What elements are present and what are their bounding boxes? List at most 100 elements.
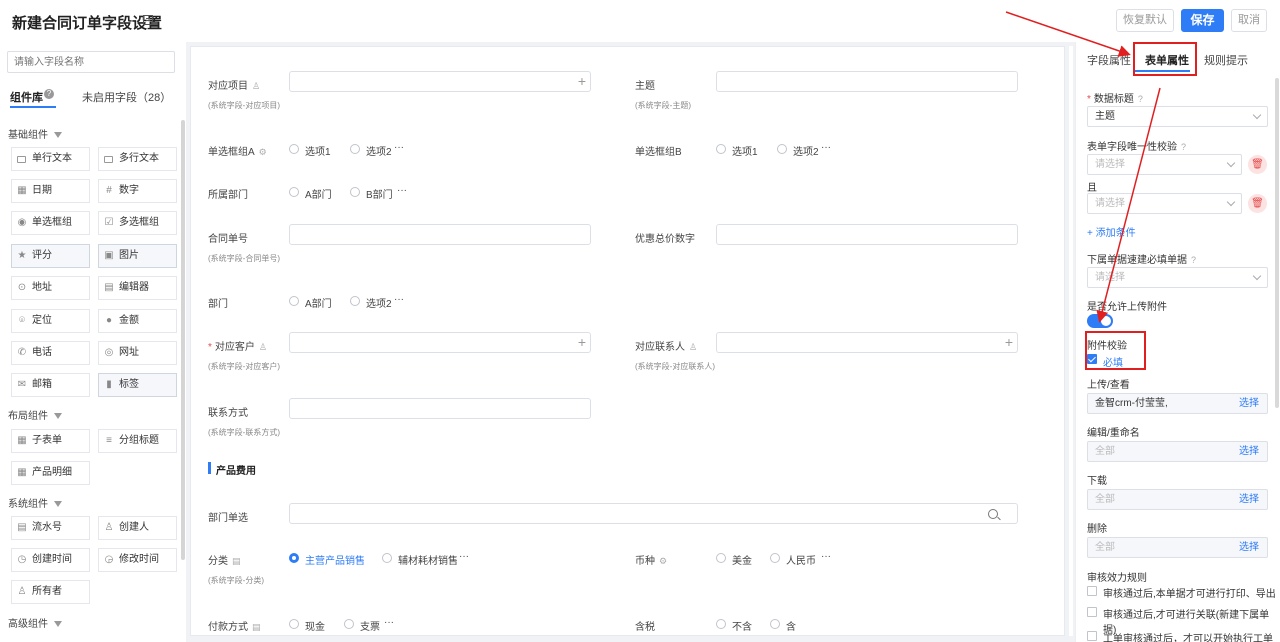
radio-option[interactable]: 不含 [716, 618, 752, 633]
choose-link[interactable]: 选择 [1239, 394, 1259, 413]
section-advanced-components[interactable]: 高级组件 [8, 615, 62, 630]
reset-default-button[interactable]: 恢复默认 [1116, 9, 1174, 32]
delete-field: 全部 选择 [1087, 537, 1268, 558]
radio-option[interactable]: 现金 [289, 618, 325, 633]
field-sublabel: (系统字段-对应客户) [208, 362, 280, 371]
allow-upload-toggle[interactable] [1087, 314, 1113, 328]
contract-number-input[interactable] [289, 224, 591, 245]
radio-option[interactable]: 含 [770, 618, 796, 633]
section-layout-components[interactable]: 布局组件 [8, 407, 62, 422]
trash-icon[interactable]: 🗑 [1248, 194, 1267, 213]
component-address[interactable]: ⊙ 地址 [11, 276, 90, 300]
component-label: 评分 [32, 250, 52, 261]
component-label: 产品明细 [32, 467, 72, 478]
component-email[interactable]: ✉ 邮箱 [11, 373, 90, 397]
component-image[interactable]: ▣ 图片 [98, 244, 177, 268]
tab-disabled-fields[interactable]: 未启用字段（28） [82, 89, 171, 105]
component-label: 电话 [32, 347, 52, 358]
component-website[interactable]: ◎ 网址 [98, 341, 177, 365]
radio-option[interactable]: 支票 [344, 618, 380, 633]
plus-icon[interactable]: + [578, 73, 586, 90]
number-icon: # [106, 185, 112, 196]
component-group-title[interactable]: ≡ 分组标题 [98, 429, 177, 453]
choose-link[interactable]: 选择 [1239, 538, 1259, 557]
radio-option[interactable]: 美金 [716, 552, 752, 567]
component-modify-time[interactable]: ◶ 修改时间 [98, 548, 177, 572]
section-marker [208, 462, 211, 474]
component-subform[interactable]: ▦ 子表单 [11, 429, 90, 453]
component-serial-number[interactable]: ▤ 流水号 [11, 516, 90, 540]
sub-required-select[interactable]: 请选择 [1087, 267, 1268, 288]
radio-option[interactable]: 选项2 [350, 295, 392, 310]
person-icon: ♙ [689, 342, 698, 352]
tab-component-library[interactable]: 组件库 [10, 89, 43, 105]
radio-option[interactable]: B部门 [350, 186, 393, 201]
audit-relate-checkbox[interactable] [1087, 607, 1097, 617]
audit-workorder-checkbox[interactable] [1087, 631, 1097, 641]
radio-option[interactable]: 选项2 [350, 143, 392, 158]
plus-icon[interactable]: + [1005, 334, 1013, 351]
radio-option[interactable]: 选项2 [777, 143, 819, 158]
field-search-input[interactable] [7, 51, 175, 73]
component-phone[interactable]: ✆ 电话 [11, 341, 90, 365]
plus-icon[interactable]: + [578, 334, 586, 351]
scrollbar[interactable] [181, 120, 185, 560]
component-checkbox-group[interactable]: ☑ 多选框组 [98, 211, 177, 235]
component-owner[interactable]: ♙ 所有者 [11, 580, 90, 604]
unique-field-select[interactable]: 请选择 [1087, 154, 1242, 175]
discount-total-input[interactable] [716, 224, 1018, 245]
department-select[interactable] [289, 503, 1018, 524]
radio-option[interactable]: A部门 [289, 186, 332, 201]
component-label: 所有者 [32, 586, 62, 597]
choose-link[interactable]: 选择 [1239, 490, 1259, 509]
component-amount[interactable]: ● 金额 [98, 309, 177, 333]
customer-picker[interactable]: + [289, 332, 591, 353]
help-icon[interactable]: ? [44, 89, 54, 99]
audit-print-checkbox[interactable] [1087, 586, 1097, 596]
component-multi-line-text[interactable]: 多行文本 [98, 147, 177, 171]
field-label: 联系方式 [208, 408, 248, 419]
save-button[interactable]: 保存 [1181, 9, 1224, 32]
radio-option-selected[interactable]: 主营产品销售 [289, 552, 365, 567]
component-editor[interactable]: ▤ 编辑器 [98, 276, 177, 300]
data-title-select[interactable]: 主题 [1087, 106, 1268, 127]
component-creator[interactable]: ♙ 创建人 [98, 516, 177, 540]
field-label: 付款方式 ▤ [208, 622, 261, 633]
scrollbar[interactable] [1275, 78, 1279, 408]
component-label: 数字 [119, 185, 139, 196]
search-icon[interactable] [988, 509, 998, 519]
radio-option[interactable]: 辅材耗材销售 [382, 552, 458, 567]
component-label: 邮箱 [32, 379, 52, 390]
unique-field-select-2[interactable]: 请选择 [1087, 193, 1242, 214]
choose-link[interactable]: 选择 [1239, 442, 1259, 461]
component-date[interactable]: ▦ 日期 [11, 179, 90, 203]
component-number[interactable]: # 数字 [98, 179, 177, 203]
radio-option[interactable]: 人民币 [770, 552, 816, 567]
cancel-button[interactable]: 取消 [1231, 9, 1267, 32]
component-tag[interactable]: ▮ 标签 [98, 373, 177, 397]
tab-rule-hints[interactable]: 规则提示 [1204, 52, 1248, 68]
radio-option[interactable]: 选项1 [289, 143, 331, 158]
contact-picker[interactable]: + [716, 332, 1018, 353]
component-rating[interactable]: ★ 评分 [11, 244, 90, 268]
component-label: 编辑器 [119, 282, 149, 293]
contact-method-input[interactable] [289, 398, 591, 419]
section-basic-components[interactable]: 基础组件 [8, 126, 62, 141]
calendar-icon: ▦ [17, 185, 27, 196]
tab-field-properties[interactable]: 字段属性 [1087, 52, 1131, 68]
project-picker[interactable]: + [289, 71, 591, 92]
section-system-components[interactable]: 系统组件 [8, 495, 62, 510]
component-product-detail[interactable]: ▦ 产品明细 [11, 461, 90, 485]
radio-option[interactable]: 选项1 [716, 143, 758, 158]
component-positioning[interactable]: ⌾ 定位 [11, 309, 90, 333]
field-sublabel: (系统字段-联系方式) [208, 428, 280, 437]
layout-icon[interactable] [143, 15, 153, 25]
radio-option[interactable]: A部门 [289, 295, 332, 310]
component-radio-group[interactable]: ◉ 单选框组 [11, 211, 90, 235]
component-create-time[interactable]: ◷ 创建时间 [11, 548, 90, 572]
trash-icon[interactable]: 🗑 [1248, 155, 1267, 174]
add-condition-link[interactable]: + 添加条件 [1087, 224, 1136, 239]
subject-input[interactable] [716, 71, 1018, 92]
component-single-line-text[interactable]: 单行文本 [11, 147, 90, 171]
checkbox-icon: ☑ [104, 217, 114, 228]
